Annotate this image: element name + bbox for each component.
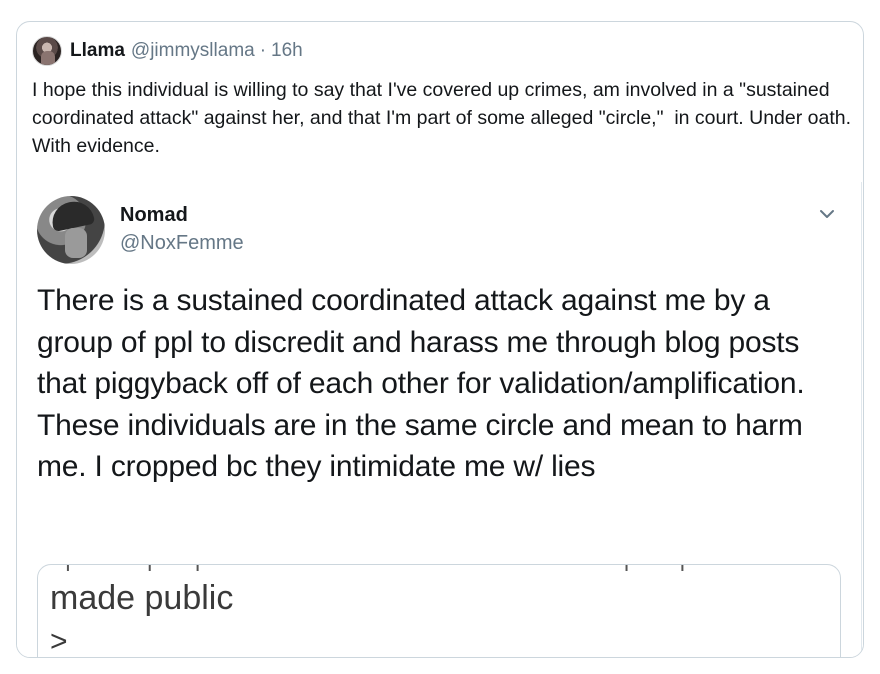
cropped-text-remnant [66, 565, 684, 571]
embedded-tweet-text: There is a sustained coordinated attack … [37, 284, 805, 483]
author-name[interactable]: Llama [70, 40, 125, 62]
embedded-tweet[interactable]: Nomad @NoxFemme There is a sustained coo… [17, 182, 863, 658]
embedded-author-handle[interactable]: @NoxFemme [120, 232, 244, 255]
image-text-line: made public [50, 579, 234, 617]
embedded-image-crop[interactable]: made public > [37, 564, 841, 658]
quote-tweet-card[interactable]: Llama @jimmysllama · 16h I hope this ind… [16, 21, 864, 658]
separator-dot: · [259, 40, 267, 61]
chevron-down-icon[interactable] [817, 204, 837, 224]
embedded-avatar[interactable] [37, 196, 105, 264]
scroll-divider [860, 182, 862, 657]
avatar[interactable] [32, 36, 62, 66]
image-text-line: > [50, 625, 68, 658]
tweet-text: I hope this individual is willing to say… [32, 79, 857, 157]
embedded-author-name[interactable]: Nomad [120, 204, 188, 227]
tweet-timestamp[interactable]: 16h [271, 40, 303, 62]
quote-tweet-header: Llama @jimmysllama · 16h [32, 36, 303, 66]
author-handle[interactable]: @jimmysllama [131, 40, 255, 62]
